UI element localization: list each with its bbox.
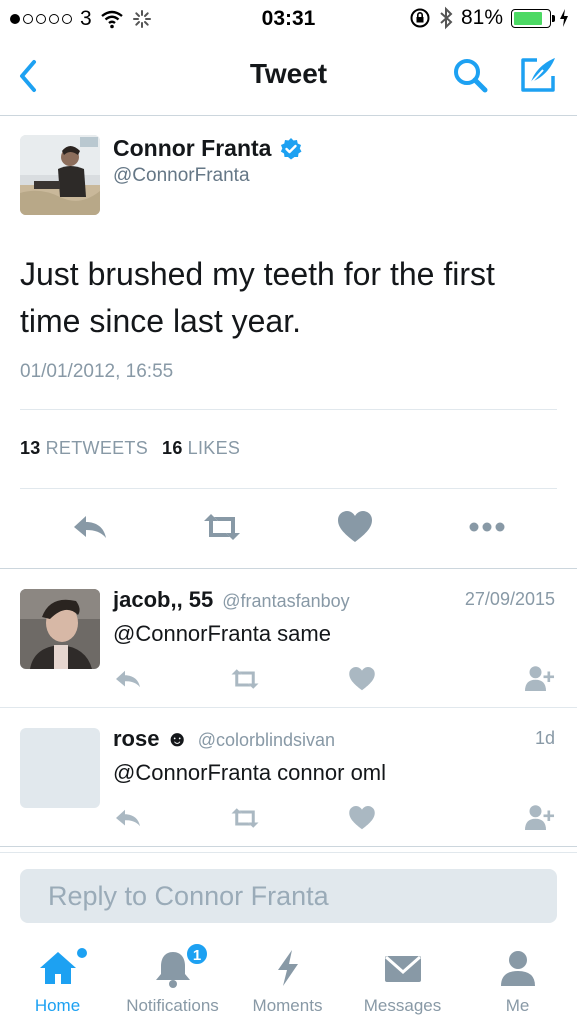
person-icon [500, 951, 535, 986]
tab-label: Me [505, 996, 530, 1015]
nav-bar: Tweet [0, 40, 577, 116]
status-right: 81% [409, 6, 569, 30]
lightning-icon [277, 950, 298, 986]
retweet-icon[interactable] [230, 664, 260, 694]
like-heart-icon[interactable] [347, 664, 377, 694]
likes-count: 16 [162, 438, 183, 458]
retweets-label: RETWEETS [45, 438, 149, 458]
reply-author-handle[interactable]: @frantasfanboy [222, 591, 349, 612]
reply-icon[interactable] [113, 803, 143, 833]
composer-top-border [0, 852, 577, 853]
reply-author-name[interactable]: jacob,, 55 [113, 587, 213, 613]
reply-header: jacob,, 55 @frantasfanboy [113, 587, 350, 613]
status-bar: 3 03:31 81% [0, 0, 577, 40]
author-avatar[interactable] [20, 135, 100, 215]
retweets-stat[interactable]: 13 RETWEETS [20, 438, 148, 458]
author-name[interactable]: Connor Franta [113, 135, 303, 162]
retweet-icon[interactable] [202, 507, 242, 547]
tab-notifications[interactable]: 1 Notifications [115, 938, 230, 1024]
follow-icon[interactable] [522, 664, 558, 694]
like-heart-icon[interactable] [347, 803, 377, 833]
tab-me[interactable]: Me [460, 938, 575, 1024]
battery-percent: 81% [460, 6, 503, 29]
reply-text: @ConnorFranta same [113, 621, 331, 646]
likes-label: LIKES [187, 438, 241, 458]
tweet-timestamp: 01/01/2012, 16:55 [20, 361, 174, 382]
tab-messages[interactable]: Messages [345, 938, 460, 1024]
tweet-actions [0, 507, 577, 547]
tweet-stats: 13 RETWEETS 16 LIKES [20, 438, 240, 459]
author-handle[interactable]: @ConnorFranta [113, 165, 250, 187]
divider [20, 409, 557, 410]
verified-badge-icon [281, 137, 302, 159]
bluetooth-icon [440, 6, 453, 30]
battery-icon [511, 8, 555, 28]
reply-composer[interactable] [20, 869, 557, 923]
tab-bar: Home 1 Notifications Moments Messages Me [0, 938, 577, 1024]
reply-header: rose ☻ @colorblindsivan [113, 726, 335, 752]
likes-stat[interactable]: 16 LIKES [162, 438, 240, 458]
tweet-text: Just brushed my teeth for the first time… [20, 256, 495, 339]
follow-icon[interactable] [522, 803, 558, 833]
new-content-dot [77, 948, 87, 958]
search-icon[interactable] [451, 56, 491, 96]
envelope-icon [384, 955, 421, 982]
reply-date: 1d [534, 728, 555, 748]
reply-author-name[interactable]: rose ☻ [113, 726, 189, 752]
compose-tweet-icon[interactable] [517, 54, 559, 96]
notification-badge: 1 [185, 942, 209, 966]
home-icon [39, 952, 76, 984]
reply-author-handle[interactable]: @colorblindsivan [198, 730, 335, 751]
reply-icon[interactable] [113, 664, 143, 694]
reply-date: 27/09/2015 [464, 589, 555, 609]
retweets-count: 13 [20, 438, 41, 458]
reply-avatar-placeholder[interactable] [20, 728, 100, 808]
reply-icon[interactable] [70, 507, 110, 547]
author-name-label: Connor Franta [113, 135, 272, 161]
reply-avatar[interactable] [20, 589, 100, 669]
tab-moments[interactable]: Moments [230, 938, 345, 1024]
more-options-icon[interactable] [467, 507, 507, 547]
reply-text: @ConnorFranta connor oml [113, 760, 387, 785]
rotation-lock-icon [410, 8, 430, 28]
reply-tweet[interactable]: jacob,, 55 @frantasfanboy 27/09/2015 @Co… [0, 569, 577, 707]
retweet-icon[interactable] [230, 803, 260, 833]
charging-bolt-icon [560, 9, 568, 27]
reply-tweet[interactable]: rose ☻ @colorblindsivan 1d @ConnorFranta… [0, 708, 577, 846]
like-heart-icon[interactable] [335, 507, 375, 547]
section-separator [0, 846, 577, 847]
tab-home[interactable]: Home [0, 938, 115, 1024]
reply-input[interactable] [20, 869, 557, 923]
divider [20, 488, 557, 489]
